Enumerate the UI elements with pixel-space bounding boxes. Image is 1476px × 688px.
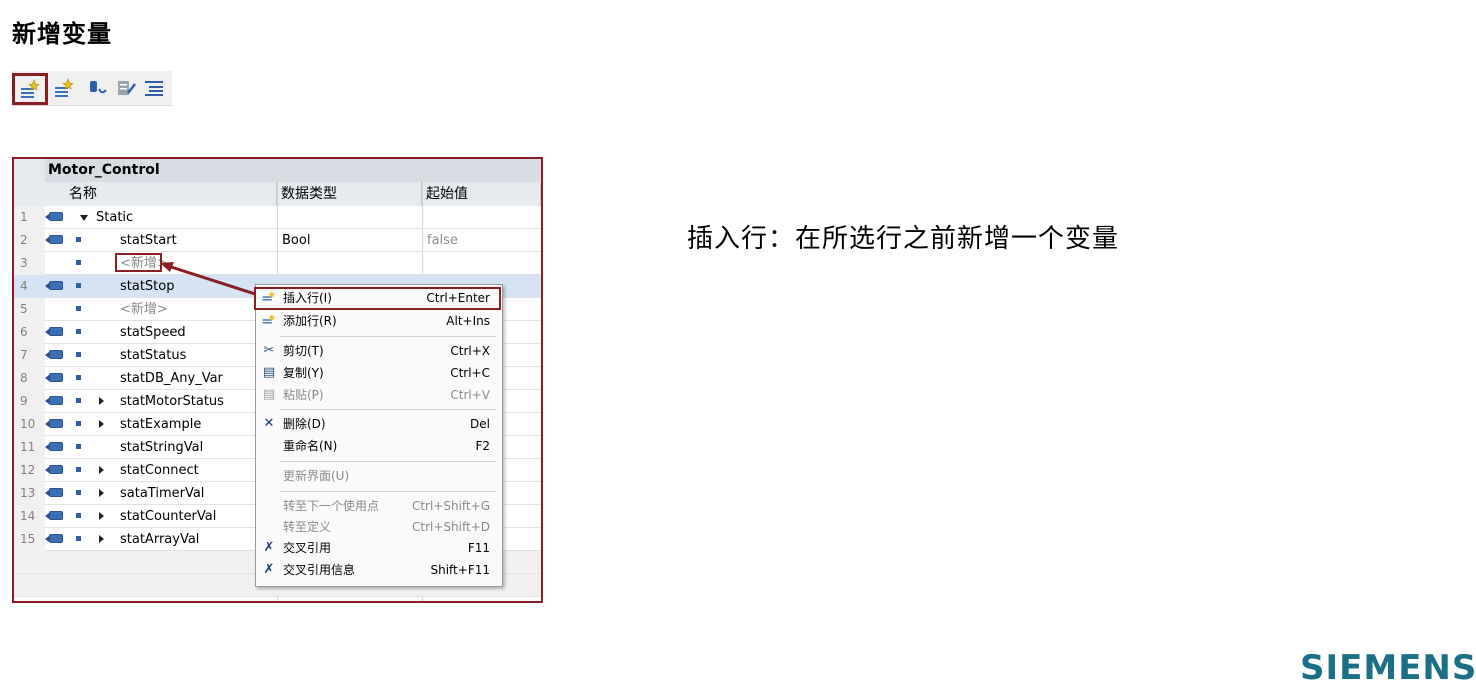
menu-item-shortcut: Ctrl+V	[450, 388, 490, 402]
menu-item-shortcut: Ctrl+Shift+D	[412, 520, 490, 534]
menu-item-delete[interactable]: ✕ 删除(D) Del	[256, 413, 500, 435]
menu-separator	[280, 336, 496, 337]
menu-item-cross-reference[interactable]: ✗ 交叉引用 F11	[256, 537, 500, 559]
menu-item-label: 更新界面(U)	[283, 469, 350, 483]
scissors-icon: ✂	[263, 343, 275, 358]
menu-item-label: 删除(D)	[283, 417, 326, 431]
siemens-logo: SIEMENS	[1300, 648, 1476, 688]
menu-item-update-interface[interactable]: 更新界面(U)	[256, 465, 500, 487]
menu-item-add-row[interactable]: 添加行(R) Alt+Ins	[256, 310, 500, 332]
delete-icon: ✕	[263, 416, 275, 431]
menu-item-shortcut: Ctrl+Shift+G	[411, 499, 490, 513]
menu-item-shortcut: F2	[475, 439, 490, 453]
cross-reference-info-icon: ✗	[263, 562, 275, 577]
menu-item-paste[interactable]: ▤ 粘贴(P) Ctrl+V	[256, 384, 500, 406]
paste-icon: ▤	[262, 387, 276, 402]
menu-item-rename[interactable]: 重命名(N) F2	[256, 435, 500, 457]
callout-arrow	[160, 262, 256, 296]
menu-item-shortcut: Del	[470, 417, 490, 431]
menu-item-goto-definition[interactable]: 转至定义 Ctrl+Shift+D	[256, 516, 500, 538]
menu-item-label: 粘贴(P)	[283, 388, 324, 402]
menu-item-insert-row[interactable]: 插入行(I) Ctrl+Enter	[254, 287, 501, 310]
menu-separator	[280, 461, 496, 462]
menu-item-shortcut: Ctrl+C	[450, 366, 490, 380]
menu-item-highlight	[254, 287, 501, 310]
menu-item-label: 转至定义	[283, 520, 332, 534]
menu-item-cut[interactable]: ✂ 剪切(T) Ctrl+X	[256, 340, 500, 362]
menu-item-shortcut: Ctrl+X	[450, 344, 490, 358]
menu-item-label: 重命名(N)	[283, 439, 338, 453]
menu-item-copy[interactable]: ▤ 复制(Y) Ctrl+C	[256, 362, 500, 384]
menu-item-shortcut: F11	[467, 541, 490, 555]
menu-item-label: 复制(Y)	[283, 366, 324, 380]
add-row-icon	[260, 313, 278, 329]
cross-reference-icon: ✗	[263, 540, 275, 555]
menu-item-goto-next-use[interactable]: 转至下一个使用点 Ctrl+Shift+G	[256, 495, 500, 517]
context-menu: 插入行(I) Ctrl+Enter 添加行(R) Alt+Ins ✂ 剪切(T)…	[254, 284, 503, 587]
menu-separator	[280, 409, 496, 410]
menu-item-label: 交叉引用	[283, 541, 332, 555]
menu-item-shortcut: Shift+F11	[430, 563, 490, 577]
menu-item-label: 交叉引用信息	[283, 563, 356, 577]
menu-separator	[280, 491, 496, 492]
menu-item-label: 转至下一个使用点	[283, 499, 380, 513]
menu-item-label: 添加行(R)	[283, 314, 337, 328]
menu-item-shortcut: Alt+Ins	[446, 314, 490, 328]
copy-icon: ▤	[262, 365, 276, 380]
description-text: 插入行：在所选行之前新增一个变量	[687, 224, 1120, 254]
menu-item-cross-reference-info[interactable]: ✗ 交叉引用信息 Shift+F11	[256, 559, 500, 581]
menu-item-label: 剪切(T)	[283, 344, 324, 358]
